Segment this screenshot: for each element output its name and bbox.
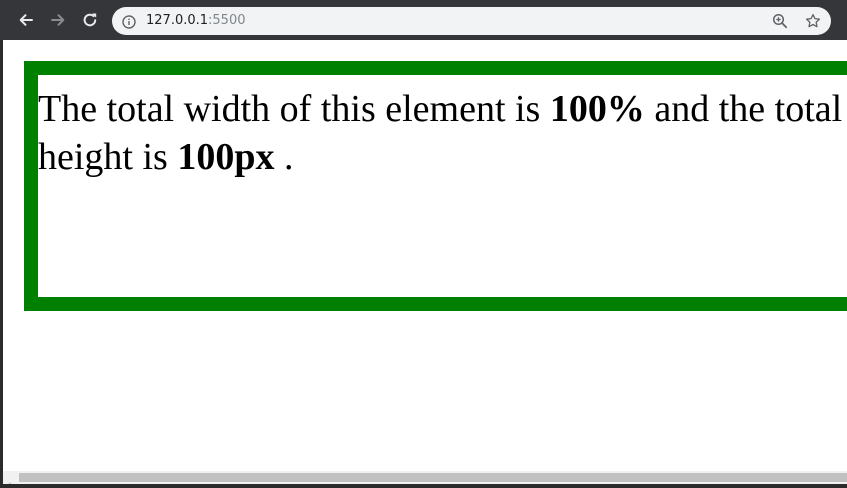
- reload-icon: [81, 11, 99, 29]
- browser-toolbar: 127.0.0.1:5500: [0, 0, 847, 40]
- page-viewport: The total width of this element is 100% …: [3, 40, 847, 471]
- info-icon[interactable]: [122, 14, 136, 29]
- scroll-left-icon[interactable]: [5, 474, 12, 488]
- reload-button[interactable]: [78, 8, 102, 32]
- arrow-left-icon: [17, 11, 35, 29]
- window-bottom-edge: [0, 484, 847, 488]
- height-value: 100px: [177, 136, 275, 178]
- scrollbar-thumb[interactable]: [19, 473, 847, 482]
- box-text: The total width of this element is 100% …: [38, 85, 847, 181]
- horizontal-scrollbar[interactable]: [3, 471, 847, 488]
- zoom-icon[interactable]: [772, 13, 788, 29]
- url-text[interactable]: 127.0.0.1:5500: [146, 13, 246, 29]
- width-value: 100%: [549, 88, 645, 130]
- arrow-right-icon: [49, 11, 67, 29]
- star-icon[interactable]: [805, 13, 821, 29]
- text-part-1: The total width of this element is: [38, 88, 550, 130]
- url-port: :5500: [208, 13, 246, 28]
- bordered-box: The total width of this element is 100% …: [24, 61, 847, 311]
- forward-button[interactable]: [46, 8, 70, 32]
- back-button[interactable]: [14, 8, 38, 32]
- address-bar[interactable]: 127.0.0.1:5500: [112, 7, 831, 35]
- url-host: 127.0.0.1: [146, 13, 209, 28]
- text-part-3: .: [274, 136, 294, 178]
